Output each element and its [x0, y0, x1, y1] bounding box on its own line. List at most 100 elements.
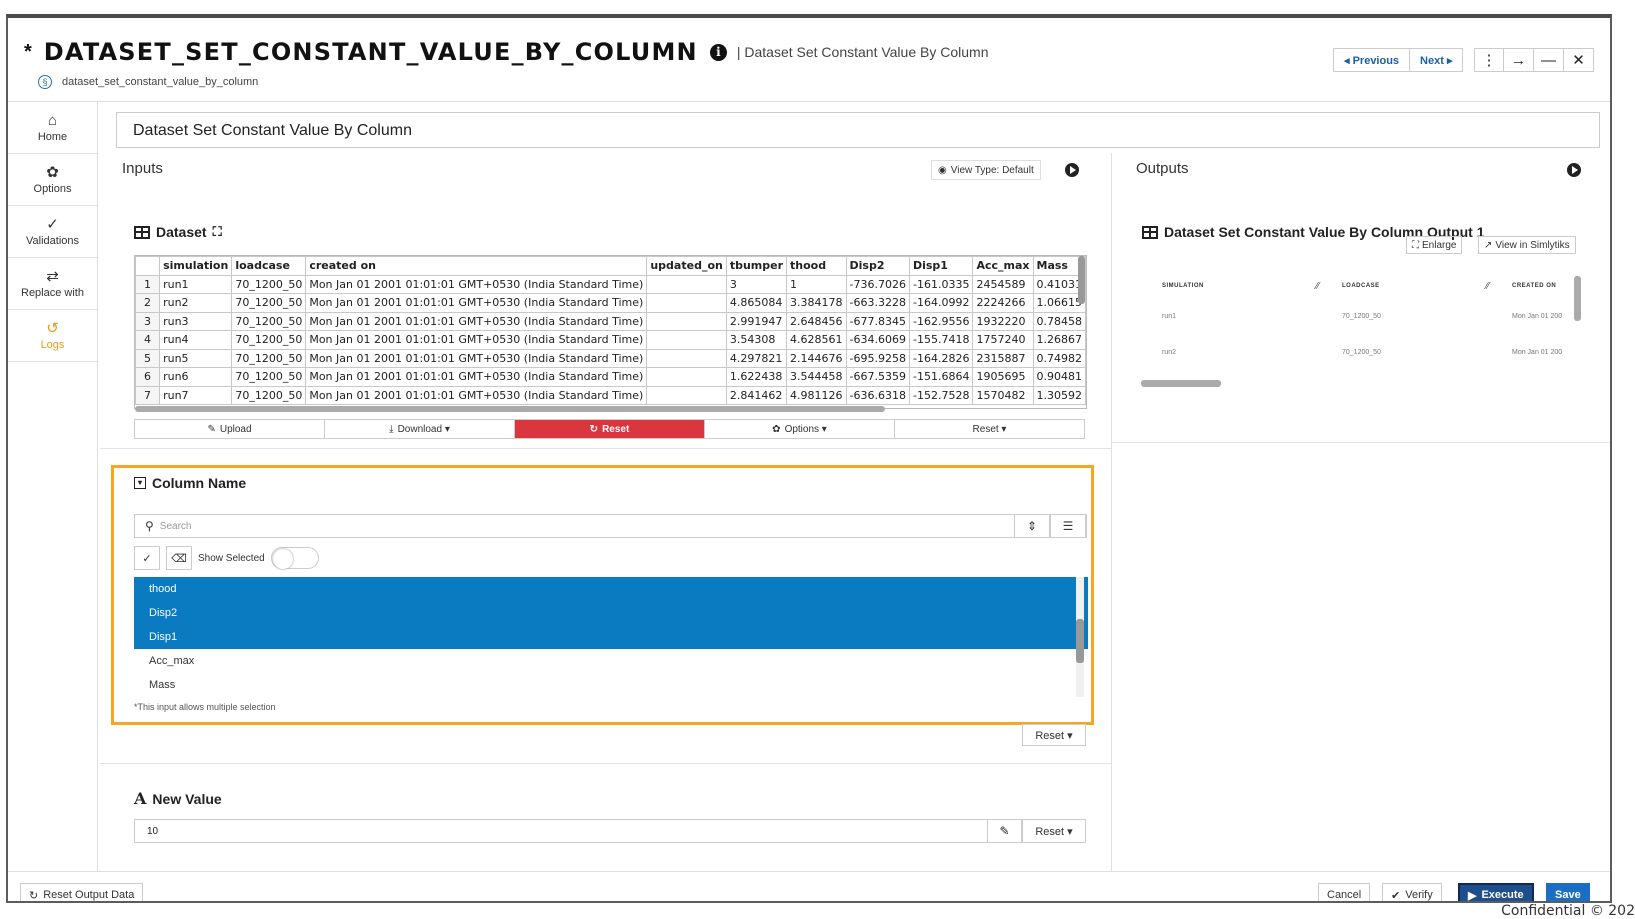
- minimize-icon[interactable]: —: [1534, 48, 1564, 72]
- play-circle-icon: ▶: [1468, 889, 1477, 902]
- table-header-cell[interactable]: updated_on: [646, 256, 727, 276]
- sort-icon[interactable]: ⇕: [1014, 514, 1050, 538]
- table-cell: 1.622438: [725, 367, 788, 387]
- view-in-label: View in Simlytiks: [1495, 239, 1570, 251]
- table-header-cell[interactable]: tbumper: [725, 256, 788, 276]
- table-cell: 3.544458: [786, 367, 847, 387]
- outputs-title: Outputs: [1136, 160, 1189, 177]
- save-button[interactable]: Save: [1546, 883, 1590, 901]
- table-cell: -164.2826: [908, 348, 974, 368]
- table-cell: 2.648456: [786, 311, 847, 331]
- search-input[interactable]: Search: [160, 521, 192, 532]
- sidebar-item-home[interactable]: ⌂ Home: [8, 102, 97, 154]
- new-value-input[interactable]: 10: [134, 819, 988, 843]
- table-cell: Mon Jan 01 2001 01:01:01 GMT+0530 (India…: [305, 348, 648, 368]
- paperclip-icon: ✎: [207, 423, 216, 435]
- table-cell: 1757240: [972, 330, 1034, 350]
- view-type-button[interactable]: ◉ View Type: Default: [931, 160, 1041, 180]
- sidebar-item-label: Home: [37, 130, 68, 143]
- list-item[interactable]: Disp2: [134, 601, 1088, 625]
- download-button[interactable]: ⤓ Download ▾: [325, 420, 515, 438]
- info-icon[interactable]: i: [709, 43, 727, 61]
- page-subtitle: | Dataset Set Constant Value By Column: [736, 44, 989, 60]
- table-cell: 70_1200_50: [231, 385, 307, 405]
- output-table: SIMULATION LOADCASE CREATED ON ⁄⁄ ⁄⁄ run…: [1142, 276, 1580, 376]
- options-label: Options ▾: [784, 423, 827, 435]
- close-icon[interactable]: ✕: [1564, 48, 1594, 72]
- sidebar-item-validations[interactable]: ✓ Validations: [8, 206, 97, 258]
- arrow-right-icon[interactable]: →: [1504, 48, 1534, 72]
- table-header-cell[interactable]: [135, 256, 161, 276]
- new-value-text: New Value: [152, 790, 222, 807]
- list-item[interactable]: thood: [134, 577, 1088, 601]
- table-cell: 2.144676: [786, 348, 847, 368]
- table-row[interactable]: 7 run7 70_1200_50 Mon Jan 01 2001 01:01:01 …: [135, 385, 1086, 405]
- output-header: CREATED ON: [1512, 283, 1557, 289]
- swap-icon: ⇄: [46, 267, 59, 285]
- table-header-cell[interactable]: created on: [305, 256, 648, 276]
- previous-button[interactable]: ◂ Previous: [1333, 48, 1411, 72]
- table-header-cell[interactable]: Disp1: [908, 256, 974, 276]
- table-header-cell[interactable]: Disp2: [845, 256, 910, 276]
- table-header-cell[interactable]: thood: [786, 256, 847, 276]
- column-reset-button[interactable]: Reset ▾: [1022, 724, 1086, 746]
- filter-settings-icon[interactable]: ☰: [1050, 514, 1086, 538]
- output-horizontal-scrollbar[interactable]: [1141, 380, 1221, 387]
- output-vertical-scrollbar[interactable]: [1574, 276, 1581, 321]
- table-row[interactable]: 2 run2 70_1200_50 Mon Jan 01 2001 01:01:01 …: [135, 293, 1086, 313]
- paperclip-icon[interactable]: ✎: [988, 819, 1022, 843]
- table-header-cell[interactable]: simulation: [159, 256, 233, 276]
- next-button[interactable]: Next ▸: [1410, 48, 1464, 72]
- more-menu-icon[interactable]: ⋮: [1474, 48, 1504, 72]
- options-button[interactable]: ✿ Options ▾: [705, 420, 895, 438]
- table-row[interactable]: 6 run6 70_1200_50 Mon Jan 01 2001 01:01:01 …: [135, 367, 1086, 387]
- table-header-cell[interactable]: loadcase: [231, 256, 307, 276]
- table-row[interactable]: 1 run1 70_1200_50 Mon Jan 01 2001 01:01:01 …: [135, 274, 1086, 294]
- run-inputs-icon[interactable]: [1065, 163, 1079, 177]
- table-header-row: simulation loadcase created on updated_on tb…: [135, 256, 1086, 276]
- show-selected-toggle[interactable]: [270, 547, 319, 569]
- table-cell: 1905695: [972, 367, 1034, 387]
- list-item[interactable]: Disp1: [134, 625, 1088, 649]
- column-name-text: Column Name: [152, 475, 247, 491]
- column-search[interactable]: ⚲ Search ⇕ ☰: [134, 514, 1087, 538]
- verify-button[interactable]: ✔ Verify: [1382, 883, 1442, 901]
- column-resize-icon[interactable]: ⁄⁄: [1486, 281, 1489, 292]
- list-item[interactable]: Acc_max: [134, 649, 1088, 673]
- column-list-scrollbar[interactable]: [1076, 577, 1084, 697]
- run-outputs-icon[interactable]: [1567, 163, 1581, 177]
- download-label: Download ▾: [397, 423, 450, 435]
- table-row[interactable]: 3 run3 70_1200_50 Mon Jan 01 2001 01:01:01 …: [135, 311, 1086, 331]
- sidebar-item-replace-with[interactable]: ⇄ Replace with: [8, 258, 97, 310]
- reset-output-button[interactable]: ↻ Reset Output Data: [20, 883, 144, 902]
- sidebar-item-logs[interactable]: ↺ Logs: [8, 310, 97, 362]
- table-cell: 1932220: [972, 311, 1034, 331]
- table-vertical-scrollbar[interactable]: [1078, 256, 1085, 304]
- multi-select-note: *This input allows multiple selection: [134, 702, 276, 712]
- title-row: * DATASET_SET_CONSTANT_VALUE_BY_COLUMN i…: [24, 38, 988, 66]
- reset-dataset-button[interactable]: ↻ Reset: [515, 420, 705, 438]
- list-item[interactable]: Mass: [134, 673, 1088, 697]
- refresh-icon: ↻: [29, 889, 39, 902]
- eraser-icon[interactable]: ⌫: [166, 546, 192, 570]
- sidebar-item-options[interactable]: ✿ Options: [8, 154, 97, 206]
- column-resize-icon[interactable]: ⁄⁄: [1316, 281, 1319, 292]
- new-value-reset-button[interactable]: Reset ▾: [1022, 819, 1086, 843]
- sidebar-item-label: Validations: [26, 234, 79, 247]
- table-cell: 70_1200_50: [231, 330, 307, 350]
- execute-button[interactable]: ▶ Execute: [1458, 883, 1534, 902]
- table-row[interactable]: 5 run5 70_1200_50 Mon Jan 01 2001 01:01:01 …: [135, 348, 1086, 368]
- table-header-cell[interactable]: Acc_max: [972, 256, 1034, 276]
- table-cell: -667.5359: [845, 367, 910, 387]
- table-row[interactable]: 4 run4 70_1200_50 Mon Jan 01 2001 01:01:01 …: [135, 330, 1086, 350]
- table-cell: 1: [786, 274, 847, 294]
- cancel-button[interactable]: Cancel: [1318, 883, 1371, 901]
- enlarge-button[interactable]: ⛶ Enlarge: [1406, 236, 1463, 254]
- select-all-icon[interactable]: ✓: [134, 546, 160, 570]
- reset-dropdown-button[interactable]: Reset ▾: [895, 420, 1084, 438]
- upload-button[interactable]: ✎ Upload: [135, 420, 325, 438]
- table-cell: -695.9258: [845, 348, 910, 368]
- expand-icon[interactable]: ⛶: [213, 224, 222, 240]
- table-horizontal-scrollbar[interactable]: [135, 406, 885, 412]
- view-in-simlytiks-button[interactable]: ↗ View in Simlytiks: [1478, 236, 1576, 254]
